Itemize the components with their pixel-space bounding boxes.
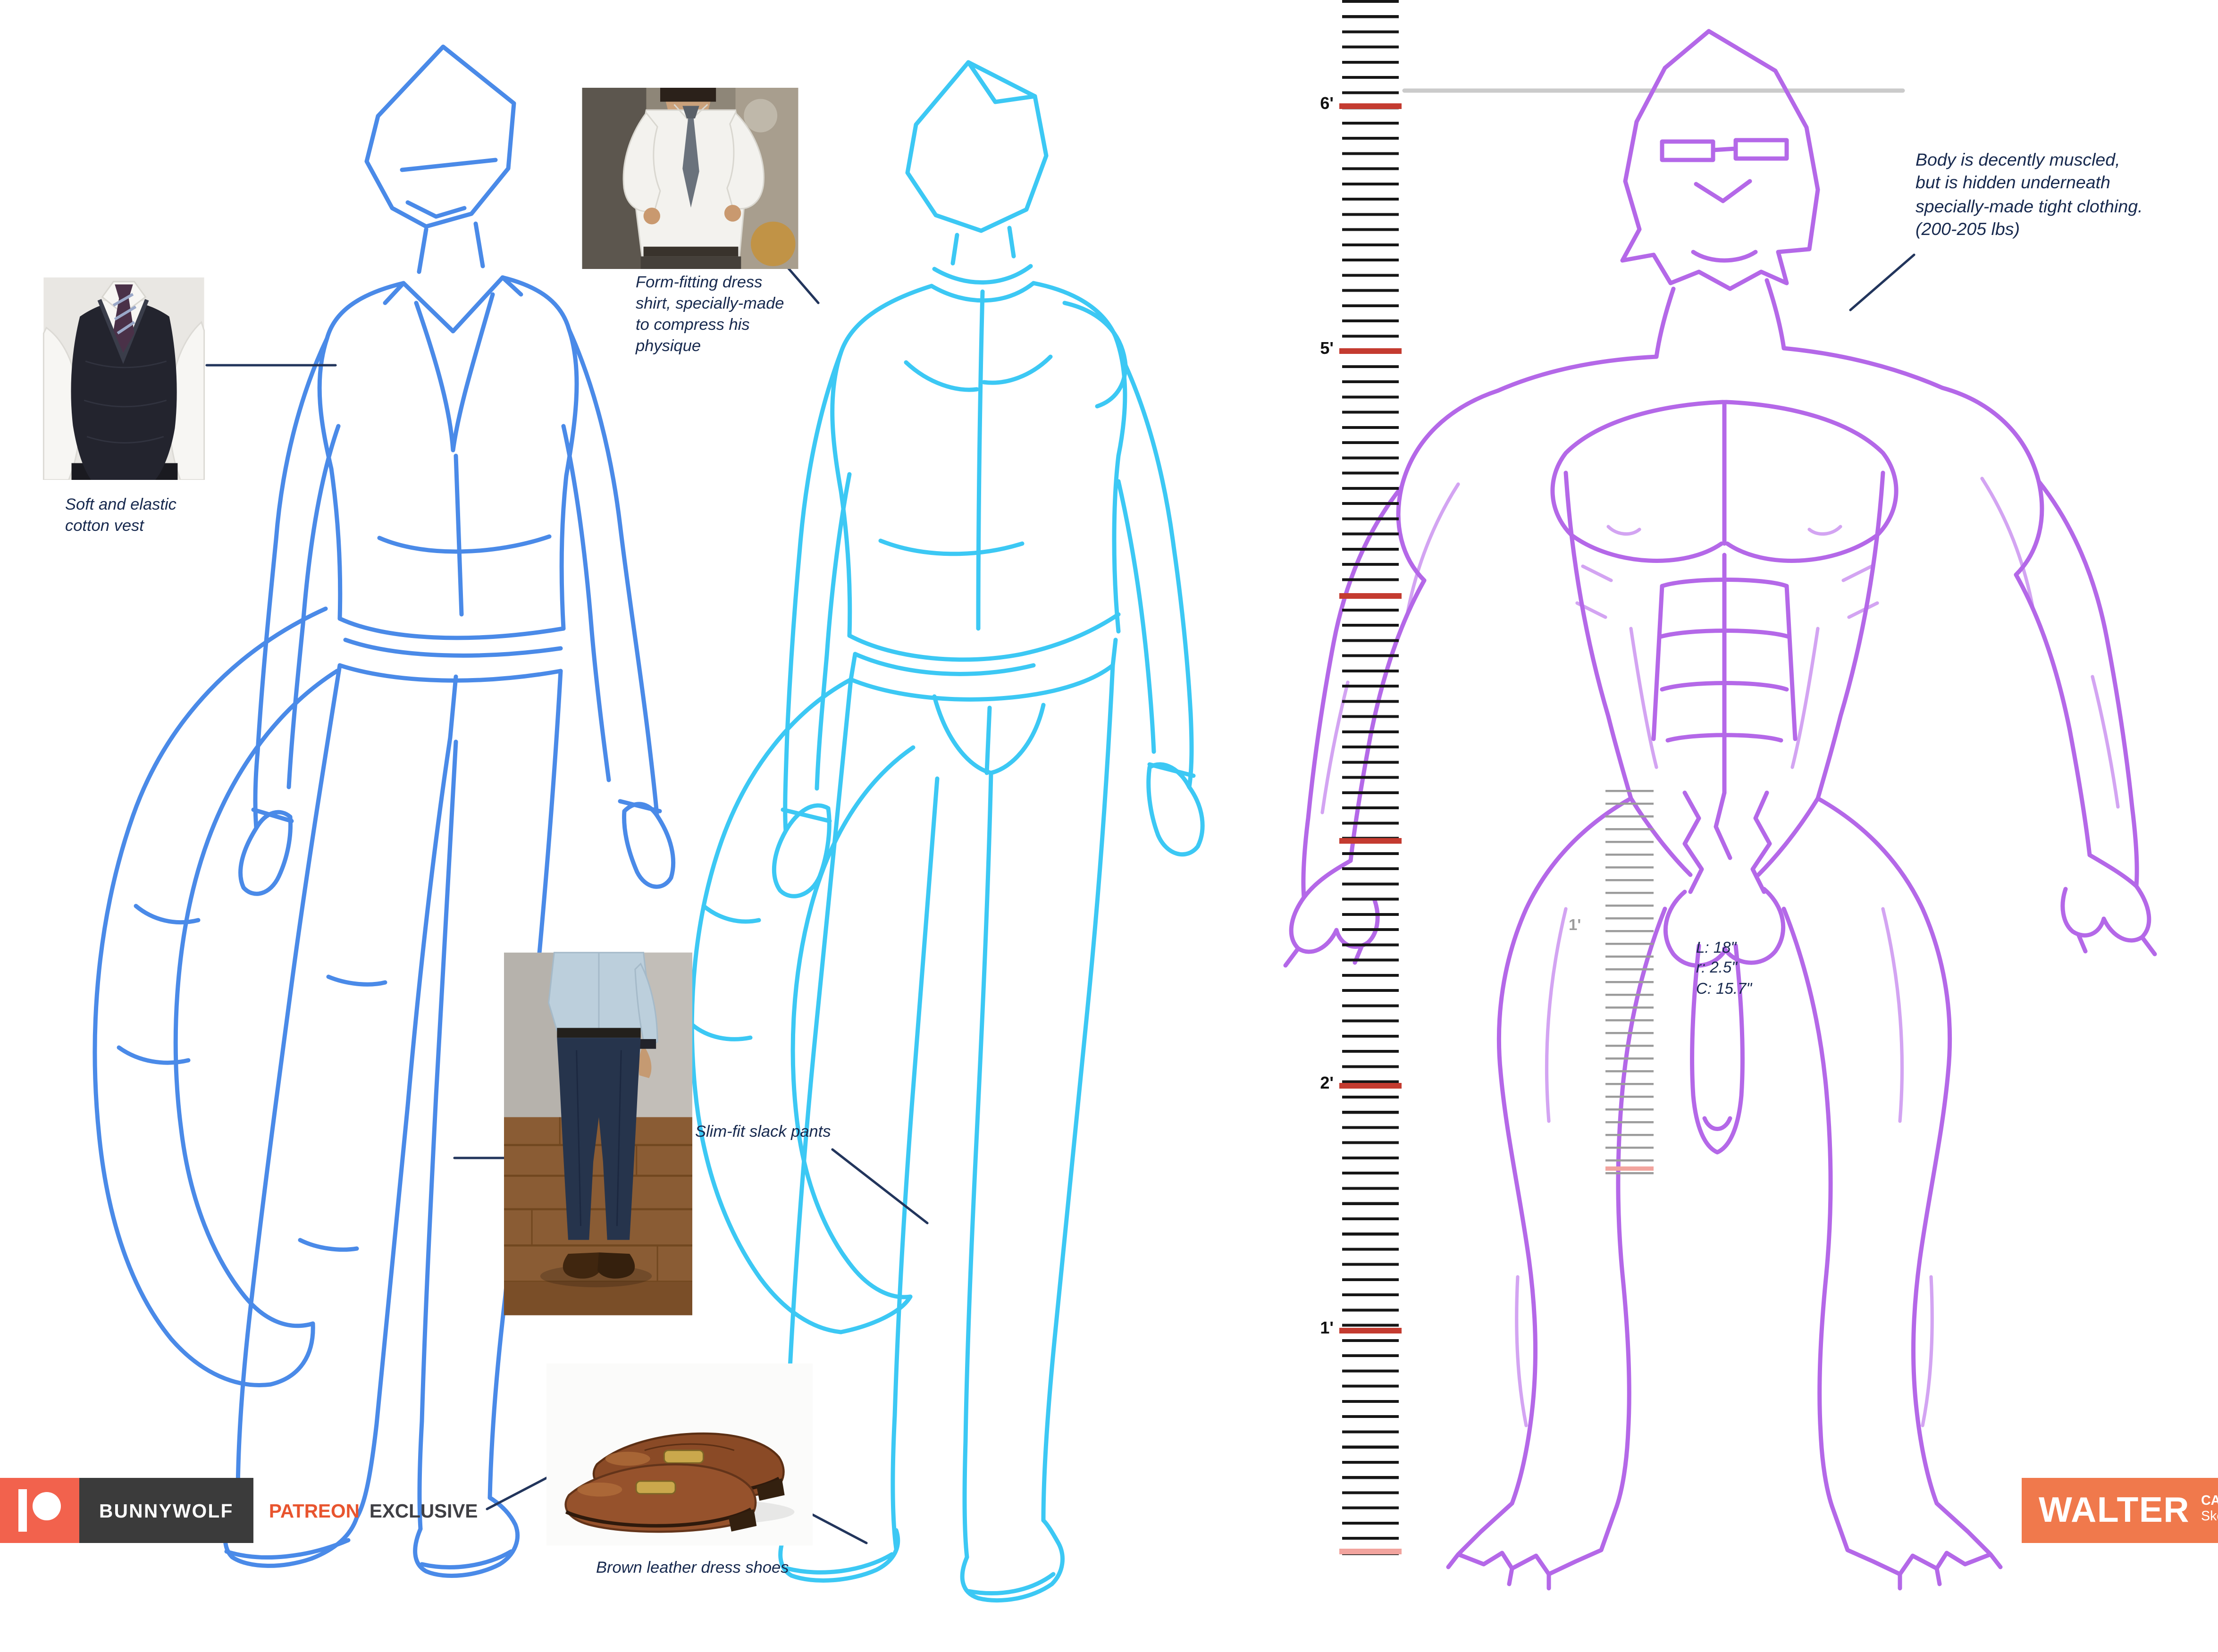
front-view-sketch: [95, 47, 673, 1576]
ruler-foot-mark: [1339, 838, 1402, 843]
annotation-body: Body is decently muscled, but is hidden …: [1916, 149, 2192, 241]
secondary-ruler: [1605, 790, 1654, 1175]
artist-name: WALTER: [2039, 1490, 2190, 1531]
annotation-vest: Soft and elastic cotton vest: [65, 495, 176, 538]
exclusive-word: EXCLUSIVE: [370, 1500, 478, 1521]
annotation-shoes: Brown leather dress shoes: [596, 1559, 789, 1580]
secondary-ruler-mark: [1605, 1166, 1654, 1171]
ruler-label-5ft: 5': [1285, 338, 1334, 358]
brand-name: BUNNYWOLF: [79, 1478, 253, 1543]
ruler-ground-mark: [1339, 1549, 1402, 1554]
patreon-word: PATREON: [269, 1500, 360, 1521]
secondary-ruler-label: 1': [1569, 917, 1581, 934]
anatomy-sketch: [1285, 31, 2155, 1588]
character-reference-sheet: 6' 5' 2' 1' 1': [0, 0, 2218, 1652]
artwork-type: Sketch: [2201, 1510, 2218, 1526]
annotation-shirt: Form-fitting dress shirt, specially-made…: [636, 273, 813, 358]
ruler-foot-mark: [1339, 348, 1402, 353]
ruler-foot-mark: [1339, 103, 1402, 109]
reference-photo-dress-shoes: [546, 1363, 813, 1546]
ruler-foot-mark: [1339, 1328, 1402, 1333]
annotation-pants: Slim-fit slack pants: [695, 1123, 831, 1144]
patreon-exclusive-badge: BUNNYWOLF PATREON EXCLUSIVE: [0, 1478, 478, 1543]
ruler-label-2ft: 2': [1285, 1073, 1334, 1093]
ruler-label-1ft: 1': [1285, 1318, 1334, 1338]
patreon-icon: [0, 1478, 79, 1543]
sketch-layer: [0, 0, 2218, 1652]
ruler-label-6ft: 6': [1285, 93, 1334, 113]
artist-surname: CANEM: [2201, 1495, 2218, 1510]
reference-photo-vest: [42, 277, 205, 480]
reference-photo-dress-shirt: [580, 88, 800, 269]
reference-photo-slacks: [504, 951, 692, 1317]
annotation-connector-lines: [207, 241, 1914, 1543]
ruler-foot-mark: [1339, 1083, 1402, 1088]
artist-signature-badge: WALTER CANEM Sketch: [2022, 1478, 2218, 1543]
ruler-foot-mark: [1339, 593, 1402, 598]
annotation-measurements: L: 18" r: 2.5" C: 15.7": [1696, 939, 1752, 999]
